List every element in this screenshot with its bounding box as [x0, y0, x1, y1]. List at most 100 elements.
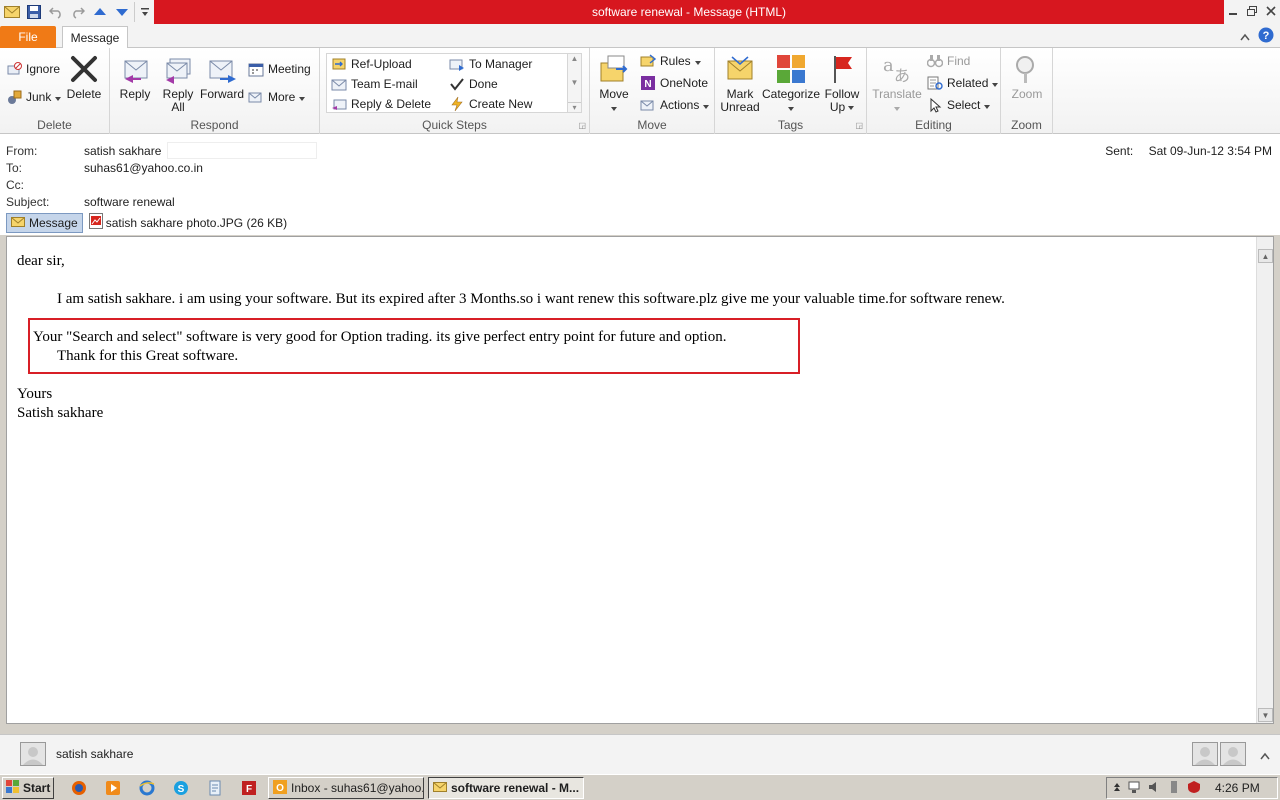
subject-label: Subject: — [6, 194, 50, 209]
reply-icon — [118, 52, 152, 86]
expand-people-pane-icon[interactable] — [1260, 749, 1270, 763]
onenote-button[interactable]: N OneNote — [640, 73, 708, 93]
people-pane-contact[interactable]: satish sakhare — [20, 742, 133, 766]
next-item-icon[interactable] — [112, 2, 132, 22]
to-value[interactable]: suhas61@yahoo.co.in — [84, 161, 203, 175]
highlight-box — [28, 318, 800, 374]
subject-value: software renewal — [84, 194, 175, 209]
reply-all-icon — [161, 52, 195, 86]
to-row: To: suhas61@yahoo.co.in — [6, 159, 203, 176]
collapse-ribbon-icon[interactable] — [1240, 30, 1250, 44]
follow-up-button[interactable]: Follow Up — [821, 52, 863, 114]
start-button[interactable]: Start — [2, 777, 54, 799]
translate-icon: aあ — [880, 52, 914, 86]
delete-button[interactable]: Delete — [62, 52, 106, 101]
internet-explorer-icon[interactable] — [138, 779, 156, 797]
categorize-button[interactable]: Categorize — [762, 52, 820, 114]
attachment-file[interactable]: satish sakhare photo.JPG (26 KB) — [88, 213, 287, 232]
quick-steps-group-label: Quick Steps — [422, 118, 487, 132]
people-pane-name: satish sakhare — [56, 747, 134, 761]
ignore-icon — [6, 61, 22, 77]
rules-button[interactable]: Rules — [640, 51, 701, 71]
from-value[interactable]: satish sakhare — [84, 144, 161, 158]
close-icon[interactable] — [1266, 5, 1276, 19]
cc-row: Cc: — [6, 176, 84, 193]
delete-group-label: Delete — [37, 118, 72, 132]
move-button[interactable]: Move — [596, 52, 632, 114]
customize-qat-icon[interactable] — [134, 2, 154, 22]
tags-group: Mark Unread Categorize Follow Up ◲ Tags — [715, 48, 867, 134]
quick-step-create-new[interactable]: Create New — [449, 94, 532, 114]
scroll-down-arrow-icon[interactable]: ▼ — [1258, 708, 1273, 722]
taskbar-inbox-button[interactable]: O Inbox - suhas61@yahoo.... — [268, 777, 424, 799]
minimize-icon[interactable] — [1228, 5, 1238, 19]
forward-button[interactable]: Forward — [200, 52, 244, 101]
notepad-icon[interactable] — [206, 779, 224, 797]
zoom-button[interactable]: Zoom — [1005, 52, 1049, 101]
ignore-button[interactable]: Ignore — [6, 59, 60, 79]
message-body-tab[interactable]: Message — [6, 212, 83, 233]
quick-step-reply-delete[interactable]: Reply & Delete — [331, 94, 431, 114]
firefox-icon[interactable] — [70, 779, 88, 797]
clock[interactable]: 4:26 PM — [1215, 781, 1260, 795]
select-dropdown-icon — [984, 98, 991, 112]
scroll-up-icon[interactable]: ▲ — [571, 54, 579, 63]
delete-group: Ignore Junk Delete Delete — [0, 48, 110, 134]
related-icon — [927, 75, 943, 91]
svg-text:S: S — [178, 784, 185, 795]
find-button[interactable]: Find — [927, 51, 970, 71]
vertical-scrollbar[interactable]: ▲ ▼ — [1256, 237, 1273, 723]
scroll-down-icon[interactable]: ▼ — [571, 78, 579, 87]
quick-step-done[interactable]: Done — [449, 74, 498, 94]
more-respond-button[interactable]: More — [248, 87, 306, 107]
windows-logo-icon — [6, 779, 20, 797]
taskbar-message-button[interactable]: software renewal - M... — [428, 777, 584, 799]
categorize-dropdown-icon — [788, 101, 794, 114]
select-button[interactable]: Select — [927, 95, 991, 115]
editing-group: aあ Translate Find Related Select Editing — [867, 48, 1001, 134]
reply-all-button[interactable]: Reply All — [158, 52, 198, 114]
network-icon[interactable] — [1127, 780, 1141, 797]
quick-step-ref-upload[interactable]: Ref-Upload — [331, 54, 412, 74]
junk-dropdown-icon — [55, 90, 62, 104]
security-icon[interactable] — [1187, 780, 1201, 797]
attachment-row: Message satish sakhare photo.JPG (26 KB) — [6, 212, 287, 233]
volume-icon[interactable] — [1147, 780, 1161, 797]
filezilla-icon[interactable]: F — [240, 779, 258, 797]
tab-file[interactable]: File — [0, 26, 56, 48]
avatar-small-icon[interactable] — [1192, 742, 1218, 766]
help-icon[interactable]: ? — [1258, 27, 1274, 46]
scroll-up-arrow-icon[interactable]: ▲ — [1258, 249, 1273, 263]
related-button[interactable]: Related — [927, 73, 999, 93]
undo-icon[interactable] — [46, 2, 66, 22]
tab-message[interactable]: Message — [62, 26, 128, 49]
mark-unread-button[interactable]: Mark Unread — [719, 52, 761, 114]
signature: Satish sakhare — [17, 405, 104, 421]
rules-dropdown-icon — [694, 54, 701, 68]
skype-icon[interactable]: S — [172, 779, 190, 797]
quick-steps-scrollbar[interactable]: ▲ ▼ ▾ — [567, 54, 581, 112]
media-player-icon[interactable] — [104, 779, 122, 797]
usb-icon[interactable] — [1167, 780, 1181, 797]
meeting-button[interactable]: Meeting — [248, 59, 311, 79]
envelope-icon — [433, 781, 447, 795]
redo-icon[interactable] — [68, 2, 88, 22]
previous-item-icon[interactable] — [90, 2, 110, 22]
paragraph-1: I am satish sakhare. i am using your sof… — [57, 291, 1005, 307]
save-icon[interactable] — [24, 2, 44, 22]
tags-group-label: Tags — [777, 118, 804, 132]
avatar-small-icon[interactable] — [1220, 742, 1246, 766]
show-hidden-icons-icon[interactable] — [1113, 781, 1121, 795]
reply-button[interactable]: Reply — [116, 52, 154, 101]
actions-button[interactable]: Actions — [640, 95, 710, 115]
quick-step-to-manager[interactable]: To Manager — [449, 54, 532, 74]
restore-icon[interactable] — [1246, 5, 1257, 19]
junk-button[interactable]: Junk — [6, 87, 62, 107]
message-body[interactable]: dear sir, I am satish sakhare. i am usin… — [6, 236, 1274, 724]
zoom-group: Zoom Zoom — [1001, 48, 1053, 134]
translate-button[interactable]: aあ Translate — [871, 52, 923, 114]
to-label: To: — [6, 160, 23, 175]
quick-step-team-email[interactable]: Team E-mail — [331, 74, 418, 94]
junk-icon — [6, 89, 22, 105]
expand-gallery-icon[interactable]: ▾ — [568, 102, 581, 112]
